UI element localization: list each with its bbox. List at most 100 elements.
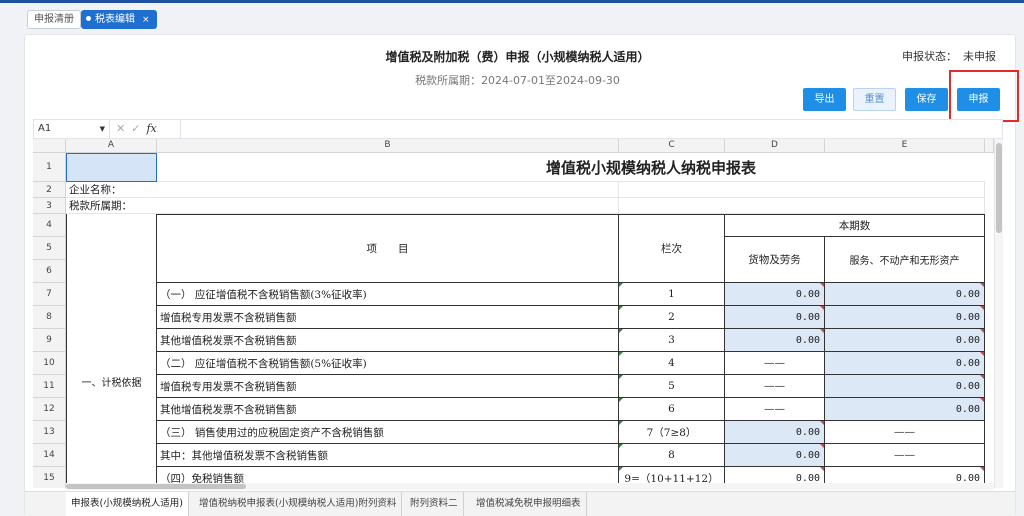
formula-marker-icon [619, 398, 623, 402]
header-column-number: 栏次 [619, 214, 725, 283]
close-icon[interactable]: × [142, 15, 150, 25]
services-value[interactable]: 0.00 [825, 283, 985, 306]
line-column-number: 7（7≥8） [619, 421, 725, 444]
line-item-label-text: 增值税专用发票不含税销售额 [160, 311, 297, 324]
goods-value[interactable]: —— [725, 352, 825, 375]
column-header[interactable] [985, 139, 994, 153]
blank-cell[interactable] [619, 182, 985, 198]
services-value[interactable]: 0.00 [825, 375, 985, 398]
services-value-text: —— [894, 449, 915, 461]
reset-button[interactable]: 重置 [853, 88, 896, 111]
row-header[interactable]: 8 [33, 306, 66, 329]
save-button[interactable]: 保存 [905, 88, 948, 111]
blank-cell[interactable] [619, 198, 985, 214]
line-item-label: 其他增值税发票不含税销售额 [157, 398, 619, 421]
column-header[interactable]: B [157, 139, 619, 153]
comment-marker-icon [820, 421, 824, 425]
comment-marker-icon [980, 283, 984, 287]
row-header[interactable]: 10 [33, 352, 66, 375]
services-value-text: 0.00 [955, 403, 980, 415]
row-header[interactable]: 15 [33, 467, 66, 488]
services-value[interactable]: —— [825, 444, 985, 467]
sheet-tab-appendix-2[interactable]: 附列资料二 [405, 492, 464, 516]
row-header[interactable]: 5 [33, 237, 66, 260]
column-header[interactable]: C [619, 139, 725, 153]
vertical-scrollbar[interactable] [994, 139, 1003, 488]
spreadsheet[interactable]: A B C D E 1 2 3 4 5 6 7 8 9 10 11 12 13 … [33, 139, 994, 488]
fx-icon[interactable]: fx [146, 122, 156, 135]
goods-value-text: 0.00 [795, 288, 820, 300]
tab-form-edit[interactable]: 税表编辑 × [81, 10, 157, 29]
sheet-tab-appendix-1[interactable]: 增值税纳税申报表(小规模纳税人适用)附列资料 [194, 492, 403, 516]
row-header[interactable]: 14 [33, 444, 66, 467]
corner-header[interactable] [33, 139, 66, 153]
formula-bar: A1 ▼ ✕✓fx [33, 119, 1003, 139]
services-value[interactable]: 0.00 [825, 398, 985, 421]
section-label-cell: 一、计税依据 [66, 214, 157, 488]
goods-value[interactable]: 0.00 [725, 283, 825, 306]
header-item: 项 目 [157, 214, 619, 283]
row-header[interactable]: 13 [33, 421, 66, 444]
services-value-text: 0.00 [955, 472, 980, 484]
sheet-tab-bar: 申报表(小规模纳税人适用) 增值税纳税申报表(小规模纳税人适用)附列资料 附列资… [25, 491, 1015, 516]
line-item-label: （一） 应征增值税不含税销售额(3%征收率) [157, 283, 619, 306]
sheet-title: 增值税小规模纳税人纳税申报表 [157, 153, 985, 182]
row-header[interactable]: 2 [33, 182, 66, 198]
row-header[interactable]: 4 [33, 214, 66, 237]
services-value-text: —— [894, 426, 915, 438]
line-item-label-text: 其他增值税发票不含税销售额 [160, 334, 297, 347]
column-header[interactable]: A [66, 139, 157, 153]
dropdown-arrow-icon[interactable]: ▼ [100, 120, 105, 138]
sheet-tab-exemption-detail[interactable]: 增值税减免税申报明细表 [471, 492, 587, 516]
goods-value-text: 0.00 [795, 311, 820, 323]
services-value[interactable]: 0.00 [825, 352, 985, 375]
row-header[interactable]: 11 [33, 375, 66, 398]
goods-value-text: 0.00 [795, 449, 820, 461]
tax-period-label: 税款所属期： [415, 74, 482, 87]
cancel-icon[interactable]: ✕ [116, 122, 131, 135]
row-header[interactable]: 3 [33, 198, 66, 214]
line-column-number: 2 [619, 306, 725, 329]
goods-value[interactable]: 0.00 [725, 329, 825, 352]
line-item-label: （三） 销售使用过的应税固定资产不含税销售额 [157, 421, 619, 444]
tab-label: 申报清册 [34, 14, 74, 25]
comment-marker-icon [820, 306, 824, 310]
services-value[interactable]: 0.00 [825, 329, 985, 352]
goods-value-text: 0.00 [795, 472, 820, 484]
formula-marker-icon [619, 421, 623, 425]
company-name-label: 企业名称： [66, 182, 619, 198]
column-header[interactable]: E [825, 139, 985, 153]
row-header[interactable]: 6 [33, 260, 66, 283]
row-header[interactable]: 9 [33, 329, 66, 352]
goods-value[interactable]: —— [725, 398, 825, 421]
row-header[interactable]: 12 [33, 398, 66, 421]
cell-reference-box[interactable]: A1 ▼ [34, 120, 110, 138]
services-value[interactable]: —— [825, 421, 985, 444]
services-value-text: 0.00 [955, 357, 980, 369]
sheet-tab-main[interactable]: 申报表(小规模纳税人适用) [66, 492, 189, 516]
goods-value[interactable]: —— [725, 375, 825, 398]
tax-period: 税款所属期：2024-07-01至2024-09-30 [25, 72, 1010, 88]
confirm-icon[interactable]: ✓ [131, 122, 146, 135]
column-header[interactable]: D [725, 139, 825, 153]
services-value-text: 0.00 [955, 311, 980, 323]
horizontal-scroll-thumb[interactable] [66, 484, 246, 489]
services-value[interactable]: 0.00 [825, 306, 985, 329]
header-goods-labor: 货物及劳务 [725, 237, 825, 283]
line-item-label: （二） 应征增值税不含税销售额(5%征收率) [157, 352, 619, 375]
tab-declaration-list[interactable]: 申报清册 [27, 10, 81, 29]
goods-value[interactable]: 0.00 [725, 444, 825, 467]
vertical-scroll-thumb[interactable] [996, 143, 1002, 233]
goods-value[interactable]: 0.00 [725, 421, 825, 444]
row-header[interactable]: 7 [33, 283, 66, 306]
goods-value[interactable]: 0.00 [725, 306, 825, 329]
row-header[interactable]: 1 [33, 153, 66, 182]
export-button[interactable]: 导出 [803, 88, 846, 111]
formula-marker-icon [619, 329, 623, 333]
status-value: 未申报 [963, 50, 996, 63]
line-item-label-text: 其他增值税发票不含税销售额 [160, 403, 297, 416]
selected-cell-a1[interactable] [66, 153, 157, 182]
line-column-number-text: 6 [668, 403, 675, 415]
horizontal-scrollbar[interactable] [66, 483, 994, 490]
line-item-label: 其中：其他增值税发票不含税销售额 [157, 444, 619, 467]
